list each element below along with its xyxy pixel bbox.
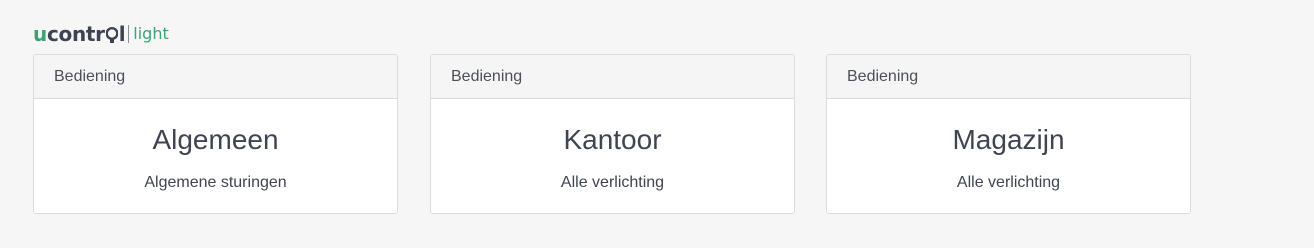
card-subtitle: Alle verlichting bbox=[560, 174, 665, 191]
card-header: Bediening bbox=[34, 55, 397, 99]
card-subtitle: Alle verlichting bbox=[956, 174, 1061, 191]
lightbulb-icon bbox=[105, 27, 118, 43]
card-header: Bediening bbox=[827, 55, 1190, 99]
room-card-kantoor[interactable]: Bediening Kantoor Alle verlichting bbox=[430, 54, 795, 214]
room-card-algemeen[interactable]: Bediening Algemeen Algemene sturingen bbox=[33, 54, 398, 214]
ucontrol-light-logo: u contr l light bbox=[33, 20, 169, 48]
card-title: Kantoor bbox=[563, 124, 662, 155]
logo-divider bbox=[128, 25, 130, 43]
card-header: Bediening bbox=[431, 55, 794, 99]
logo-letter-u: u bbox=[33, 22, 47, 46]
card-title: Algemeen bbox=[152, 124, 279, 155]
logo-text-l: l bbox=[118, 22, 126, 46]
logo-wordmark: u contr l bbox=[33, 22, 126, 46]
card-title: Magazijn bbox=[952, 124, 1065, 155]
logo-sub-text: light bbox=[133, 24, 169, 43]
card-subtitle: Algemene sturingen bbox=[144, 174, 287, 191]
logo-text-contr: contr bbox=[46, 22, 105, 46]
room-card-magazijn[interactable]: Bediening Magazijn Alle verlichting bbox=[826, 54, 1191, 214]
